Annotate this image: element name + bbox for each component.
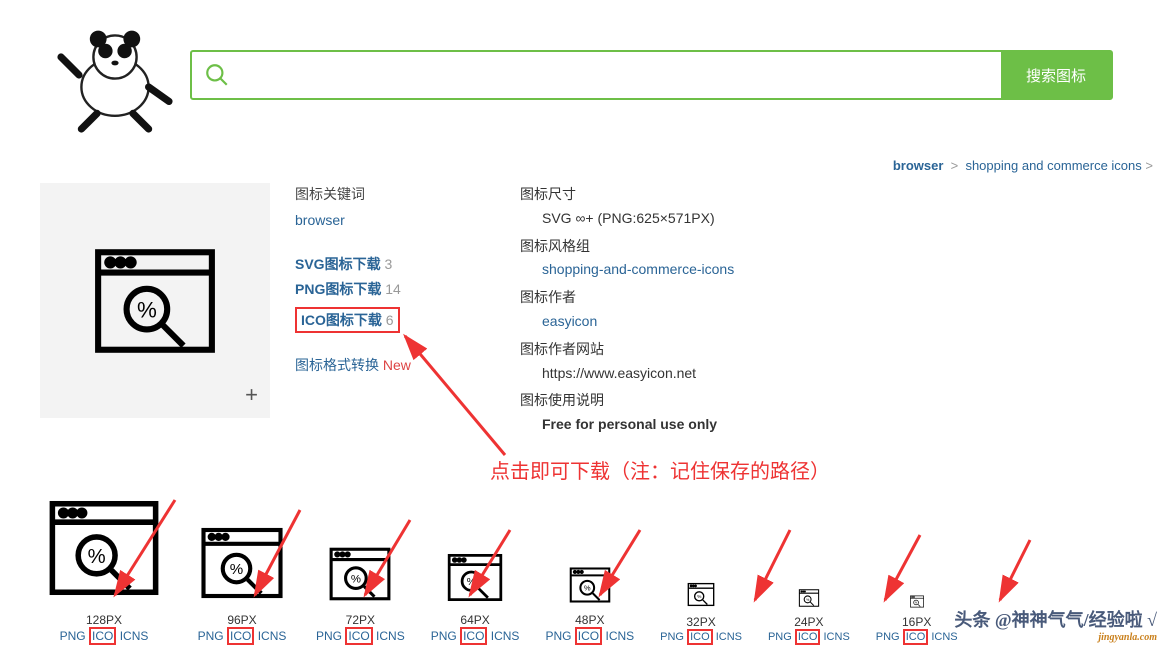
format-ico-link[interactable]: ICO (575, 627, 602, 645)
svg-download-link[interactable]: SVG图标下载 3 (295, 253, 500, 275)
format-icns-link[interactable]: ICNS (605, 629, 634, 643)
svg-text:%: % (584, 584, 591, 593)
format-links: PNG ICO ICNS (545, 629, 634, 643)
format-ico-link[interactable]: ICO (89, 627, 116, 645)
icon-preview: % + (40, 183, 270, 418)
download-column: 图标关键词 browser SVG图标下载 3 PNG图标下载 14 ICO图标… (270, 183, 500, 441)
svg-text:%: % (351, 573, 361, 585)
format-icns-link[interactable]: ICNS (716, 631, 742, 643)
size-option-72: % 72PX PNG ICO ICNS (316, 541, 405, 643)
format-png-link[interactable]: PNG (660, 631, 684, 643)
search-bar: 搜索图标 (190, 50, 1113, 100)
browser-search-icon[interactable]: % (685, 580, 717, 609)
format-links: PNG ICO ICNS (431, 629, 520, 643)
author-link[interactable]: easyicon (542, 313, 597, 329)
format-icns-link[interactable]: ICNS (491, 629, 520, 643)
format-links: PNG ICO ICNS (768, 631, 850, 643)
detail-section: % + 图标关键词 browser SVG图标下载 3 PNG图标下载 14 I… (0, 183, 1163, 441)
format-icns-link[interactable]: ICNS (258, 629, 287, 643)
site-label: 图标作者网站 (520, 338, 1123, 362)
size-label: 64PX (460, 613, 489, 627)
format-png-link[interactable]: PNG (198, 629, 224, 643)
plus-icon[interactable]: + (245, 382, 258, 408)
format-ico-link[interactable]: ICO (460, 627, 487, 645)
size-option-96: % 96PXPNG ICO ICNS (194, 519, 290, 643)
format-links: PNG ICO ICNS (198, 629, 287, 643)
format-png-link[interactable]: PNG (876, 631, 900, 643)
size-label: 24PX (794, 615, 823, 629)
size-label: 32PX (686, 615, 715, 629)
author-label: 图标作者 (520, 286, 1123, 310)
svg-text:%: % (230, 561, 243, 578)
size-option-32: % 32PX PNG ICO ICNS (660, 580, 742, 643)
svg-text:%: % (467, 577, 476, 588)
png-download-link[interactable]: PNG图标下载 14 (295, 278, 500, 300)
browser-search-icon[interactable]: % (797, 587, 821, 609)
search-input[interactable] (242, 52, 1001, 98)
size-option-48: % 48PX PNG ICO ICNS (545, 563, 634, 643)
svg-text:%: % (697, 594, 702, 600)
watermark: 头条 @神神气气/经验啦 √ jingyanla.com (954, 606, 1157, 643)
svg-text:%: % (88, 546, 106, 568)
usage-value: Free for personal use only (520, 413, 1123, 437)
size-value: SVG ∞+ (PNG:625×571PX) (520, 207, 1123, 231)
breadcrumb-browser[interactable]: browser (893, 158, 944, 173)
site-value: https://www.easyicon.net (520, 362, 1123, 386)
meta-column: 图标尺寸 SVG ∞+ (PNG:625×571PX) 图标风格组 shoppi… (500, 183, 1123, 441)
browser-search-icon[interactable]: % (40, 489, 168, 607)
size-label: 96PX (227, 613, 256, 627)
search-button[interactable]: 搜索图标 (1001, 52, 1111, 98)
format-icns-link[interactable]: ICNS (376, 629, 405, 643)
size-label: 48PX (575, 613, 604, 627)
format-png-link[interactable]: PNG (545, 629, 571, 643)
format-links: PNG ICO ICNS (60, 629, 149, 643)
size-option-24: % 24PX PNG ICO ICNS (768, 587, 850, 643)
breadcrumb-category[interactable]: shopping and commerce icons (965, 158, 1141, 173)
keywords-label: 图标关键词 (295, 183, 500, 205)
browser-search-icon[interactable]: % (194, 519, 290, 607)
svg-text:%: % (137, 297, 157, 322)
breadcrumb: browser > shopping and commerce icons > (0, 140, 1163, 183)
size-label: 72PX (346, 613, 375, 627)
size-label: 图标尺寸 (520, 183, 1123, 207)
keyword-link[interactable]: browser (295, 209, 345, 231)
format-png-link[interactable]: PNG (431, 629, 457, 643)
style-label: 图标风格组 (520, 235, 1123, 259)
browser-search-icon[interactable]: % (566, 563, 614, 607)
size-label: 128PX (86, 613, 122, 627)
search-icon (192, 52, 242, 98)
size-option-16: % 16PX PNG ICO ICNS (876, 594, 958, 643)
header: 搜索图标 (0, 0, 1163, 140)
usage-label: 图标使用说明 (520, 389, 1123, 413)
browser-search-icon[interactable]: % (324, 541, 396, 607)
browser-search-icon[interactable]: % (909, 594, 925, 609)
format-ico-link[interactable]: ICO (227, 627, 254, 645)
ico-download-link[interactable]: ICO图标下载 6 (295, 307, 400, 333)
format-convert-link[interactable]: 图标格式转换 New (295, 354, 500, 376)
size-label: 16PX (902, 615, 931, 629)
format-png-link[interactable]: PNG (60, 629, 86, 643)
format-links: PNG ICO ICNS (316, 629, 405, 643)
style-link[interactable]: shopping-and-commerce-icons (542, 261, 734, 277)
logo-panda (50, 10, 180, 140)
format-png-link[interactable]: PNG (768, 631, 792, 643)
format-links: PNG ICO ICNS (660, 631, 742, 643)
format-icns-link[interactable]: ICNS (120, 629, 149, 643)
format-ico-link[interactable]: ICO (345, 627, 372, 645)
size-option-128: % 128PXPNG ICO ICNS (40, 489, 168, 643)
svg-text:%: % (806, 598, 810, 602)
format-links: PNG ICO ICNS (876, 631, 958, 643)
format-png-link[interactable]: PNG (316, 629, 342, 643)
format-icns-link[interactable]: ICNS (824, 631, 850, 643)
browser-search-icon[interactable]: % (443, 548, 507, 607)
size-option-64: % 64PXPNG ICO ICNS (431, 548, 520, 643)
